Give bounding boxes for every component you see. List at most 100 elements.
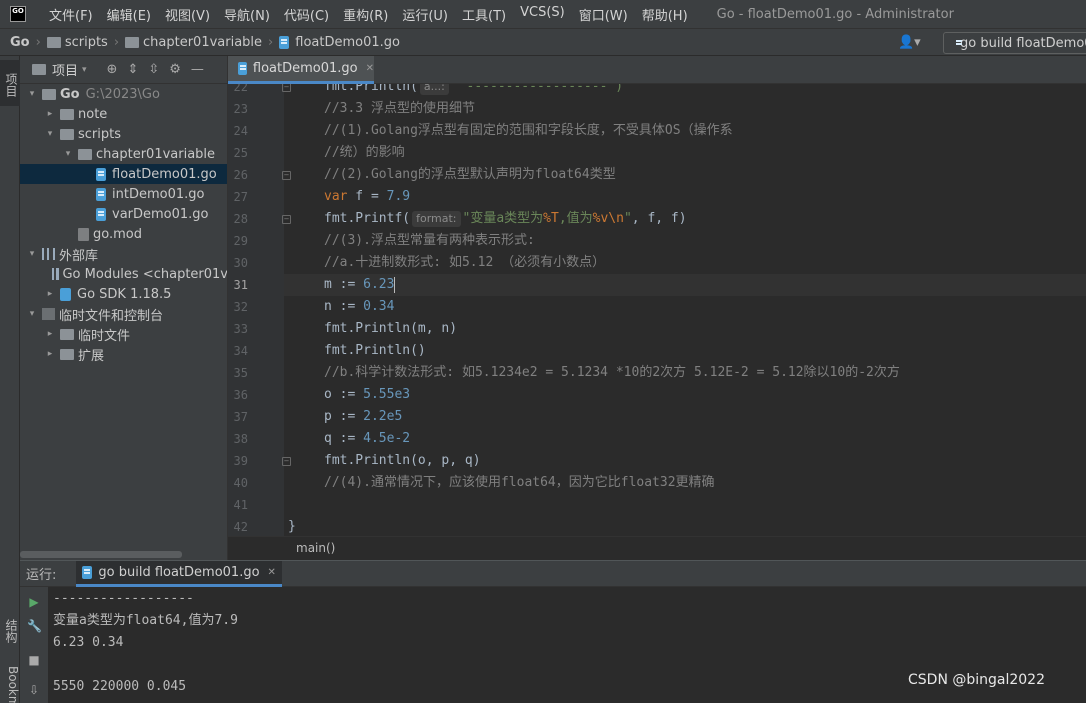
breadcrumb-chapter01variable[interactable]: chapter01variable: [125, 35, 262, 50]
tree-item-label: 扩展: [78, 348, 105, 364]
code-line: fmt.Println(): [324, 340, 426, 362]
code-token: ,值为: [558, 211, 593, 226]
chevron-right-icon[interactable]: ▸: [44, 329, 56, 339]
run-panel-header: 运行: go build floatDemo01.go ✕: [20, 560, 1086, 587]
tab-floatdemo01[interactable]: floatDemo01.go ✕: [228, 56, 374, 84]
stop-icon[interactable]: ■: [27, 653, 41, 667]
chevron-down-icon[interactable]: ▾: [26, 249, 38, 259]
main-menu: 文件(F) 编辑(E) 视图(V) 导航(N) 代码(C) 重构(R) 运行(U) 工具(T)…: [42, 5, 695, 24]
code-token: fmt.Println(): [324, 343, 426, 358]
tree-item[interactable]: intDemo01.go: [20, 184, 227, 204]
fold-marker-icon[interactable]: −: [282, 171, 291, 180]
chevron-down-icon[interactable]: ▾: [26, 309, 38, 319]
structure-tool-tab[interactable]: 结构: [0, 611, 20, 651]
gear-icon[interactable]: ⚙: [169, 62, 181, 77]
run-configuration-selector[interactable]: go build floatDemo01.go: [943, 32, 1086, 54]
collapse-all-icon[interactable]: ⇳: [148, 62, 159, 77]
chevron-right-icon[interactable]: ▸: [44, 289, 56, 299]
tree-item-path: G:\2023\Go: [85, 86, 160, 102]
project-view-selector[interactable]: 项目 ▾: [32, 60, 87, 79]
run-tab-label: go build floatDemo01.go: [98, 564, 260, 580]
menu-item[interactable]: 编辑(E): [100, 5, 158, 24]
chevron-down-icon[interactable]: ▾: [26, 89, 38, 99]
code-breadcrumb-bar: main(): [228, 536, 1086, 560]
menu-item[interactable]: 视图(V): [158, 5, 217, 24]
breadcrumb-project[interactable]: Go: [10, 35, 30, 50]
scroll-to-end-icon[interactable]: ⇩: [27, 683, 41, 697]
code-token: //3.3 浮点型的使用细节: [324, 101, 475, 116]
tree-item[interactable]: ▾ chapter01variable: [20, 144, 227, 164]
line-number: 36: [233, 388, 248, 402]
tree-item-label: chapter01variable: [96, 146, 216, 162]
chevron-right-icon[interactable]: ▸: [44, 349, 56, 359]
tree-item-label: varDemo01.go: [112, 206, 209, 222]
expand-all-icon[interactable]: ⇕: [127, 62, 138, 77]
menu-bar: GO 文件(F) 编辑(E) 视图(V) 导航(N) 代码(C) 重构(R) 运行(U) 工具…: [0, 0, 1086, 28]
breadcrumb-file[interactable]: floatDemo01.go: [279, 35, 400, 50]
tree-item[interactable]: ▸ 扩展: [20, 344, 227, 364]
console-line: 5550 220000 0.045: [53, 679, 187, 694]
folder-icon: [125, 36, 140, 48]
line-number: 31: [233, 278, 248, 292]
chevron-down-icon[interactable]: ▾: [62, 149, 74, 159]
user-icon[interactable]: 👤▾: [898, 35, 921, 50]
fold-marker-icon[interactable]: −: [282, 457, 291, 466]
menu-item[interactable]: VCS(S): [513, 5, 572, 24]
locate-icon[interactable]: ⊕: [107, 62, 118, 77]
tree-item[interactable]: go.mod: [20, 224, 227, 244]
chevron-right-icon[interactable]: ▸: [44, 109, 56, 119]
close-icon[interactable]: ✕: [366, 63, 374, 74]
code-line: //(1).Golang浮点型有固定的范围和字段长度，不受具体OS（操作系: [324, 120, 733, 142]
tree-item[interactable]: ▸ 临时文件: [20, 324, 227, 344]
line-number: 32: [233, 300, 248, 314]
console-line: ------------------: [53, 591, 194, 606]
run-tab[interactable]: go build floatDemo01.go ✕: [76, 560, 282, 587]
tree-item[interactable]: ▾ 临时文件和控制台: [20, 304, 227, 324]
menu-item[interactable]: 导航(N): [217, 5, 277, 24]
fold-marker-icon[interactable]: −: [282, 215, 291, 224]
project-tool-tab[interactable]: 项目: [0, 60, 20, 106]
tree-item-label: floatDemo01.go: [112, 166, 217, 182]
tree-item[interactable]: floatDemo01.go: [20, 164, 227, 184]
parameter-hint: format:: [412, 211, 461, 227]
tree-item[interactable]: ▾ Go G:\2023\Go: [20, 84, 227, 104]
menu-item[interactable]: 工具(T): [455, 5, 513, 24]
code-token: "变量a类型为: [462, 211, 544, 226]
line-number: 42: [233, 520, 248, 534]
menu-item[interactable]: 运行(U): [395, 5, 455, 24]
code-line: fmt.Println(m, n): [324, 318, 457, 340]
menu-item[interactable]: 窗口(W): [572, 5, 635, 24]
goland-logo-icon[interactable]: GO: [10, 6, 26, 22]
menu-item[interactable]: 重构(R): [336, 5, 395, 24]
rerun-icon[interactable]: ▶: [27, 595, 41, 609]
tree-item[interactable]: ▾ scripts: [20, 124, 227, 144]
project-tree: ▾ Go G:\2023\Go ▸ note ▾ scripts ▾ chapter01vari…: [20, 84, 227, 364]
menu-item[interactable]: 代码(C): [277, 5, 336, 24]
run-config-label: go build floatDemo01.go: [960, 35, 1086, 51]
folder-icon: [42, 88, 56, 100]
code-editor[interactable]: fmt.Println(a...: "------------------") /…: [228, 84, 1086, 536]
horizontal-scrollbar[interactable]: [20, 551, 182, 558]
chevron-down-icon: ▾: [82, 64, 87, 75]
code-token: %T: [543, 211, 559, 226]
tree-item[interactable]: ▾ 外部库: [20, 244, 227, 264]
wrench-icon[interactable]: 🔧: [27, 619, 42, 633]
tree-item[interactable]: varDemo01.go: [20, 204, 227, 224]
code-line: //统）的影响: [324, 142, 405, 164]
menu-item[interactable]: 文件(F): [42, 5, 100, 24]
tree-item[interactable]: ▸ note: [20, 104, 227, 124]
tree-item-label: note: [78, 106, 108, 122]
folder-icon: [46, 36, 61, 48]
tree-item[interactable]: ▸ Go SDK 1.18.5: [20, 284, 227, 304]
chevron-down-icon[interactable]: ▾: [44, 129, 56, 139]
hide-icon[interactable]: —: [191, 62, 204, 77]
run-label: 运行:: [26, 568, 57, 583]
breadcrumb-scripts[interactable]: scripts: [46, 35, 108, 50]
fold-marker-icon[interactable]: −: [282, 84, 291, 92]
menu-item[interactable]: 帮助(H): [635, 5, 695, 24]
library-icon: [42, 248, 55, 260]
close-icon[interactable]: ✕: [268, 567, 276, 578]
tree-item[interactable]: Go Modules <chapter01v: [20, 264, 227, 284]
bookmarks-tool-tab[interactable]: Bookmarks: [0, 666, 20, 703]
function-breadcrumb[interactable]: main(): [296, 541, 335, 555]
